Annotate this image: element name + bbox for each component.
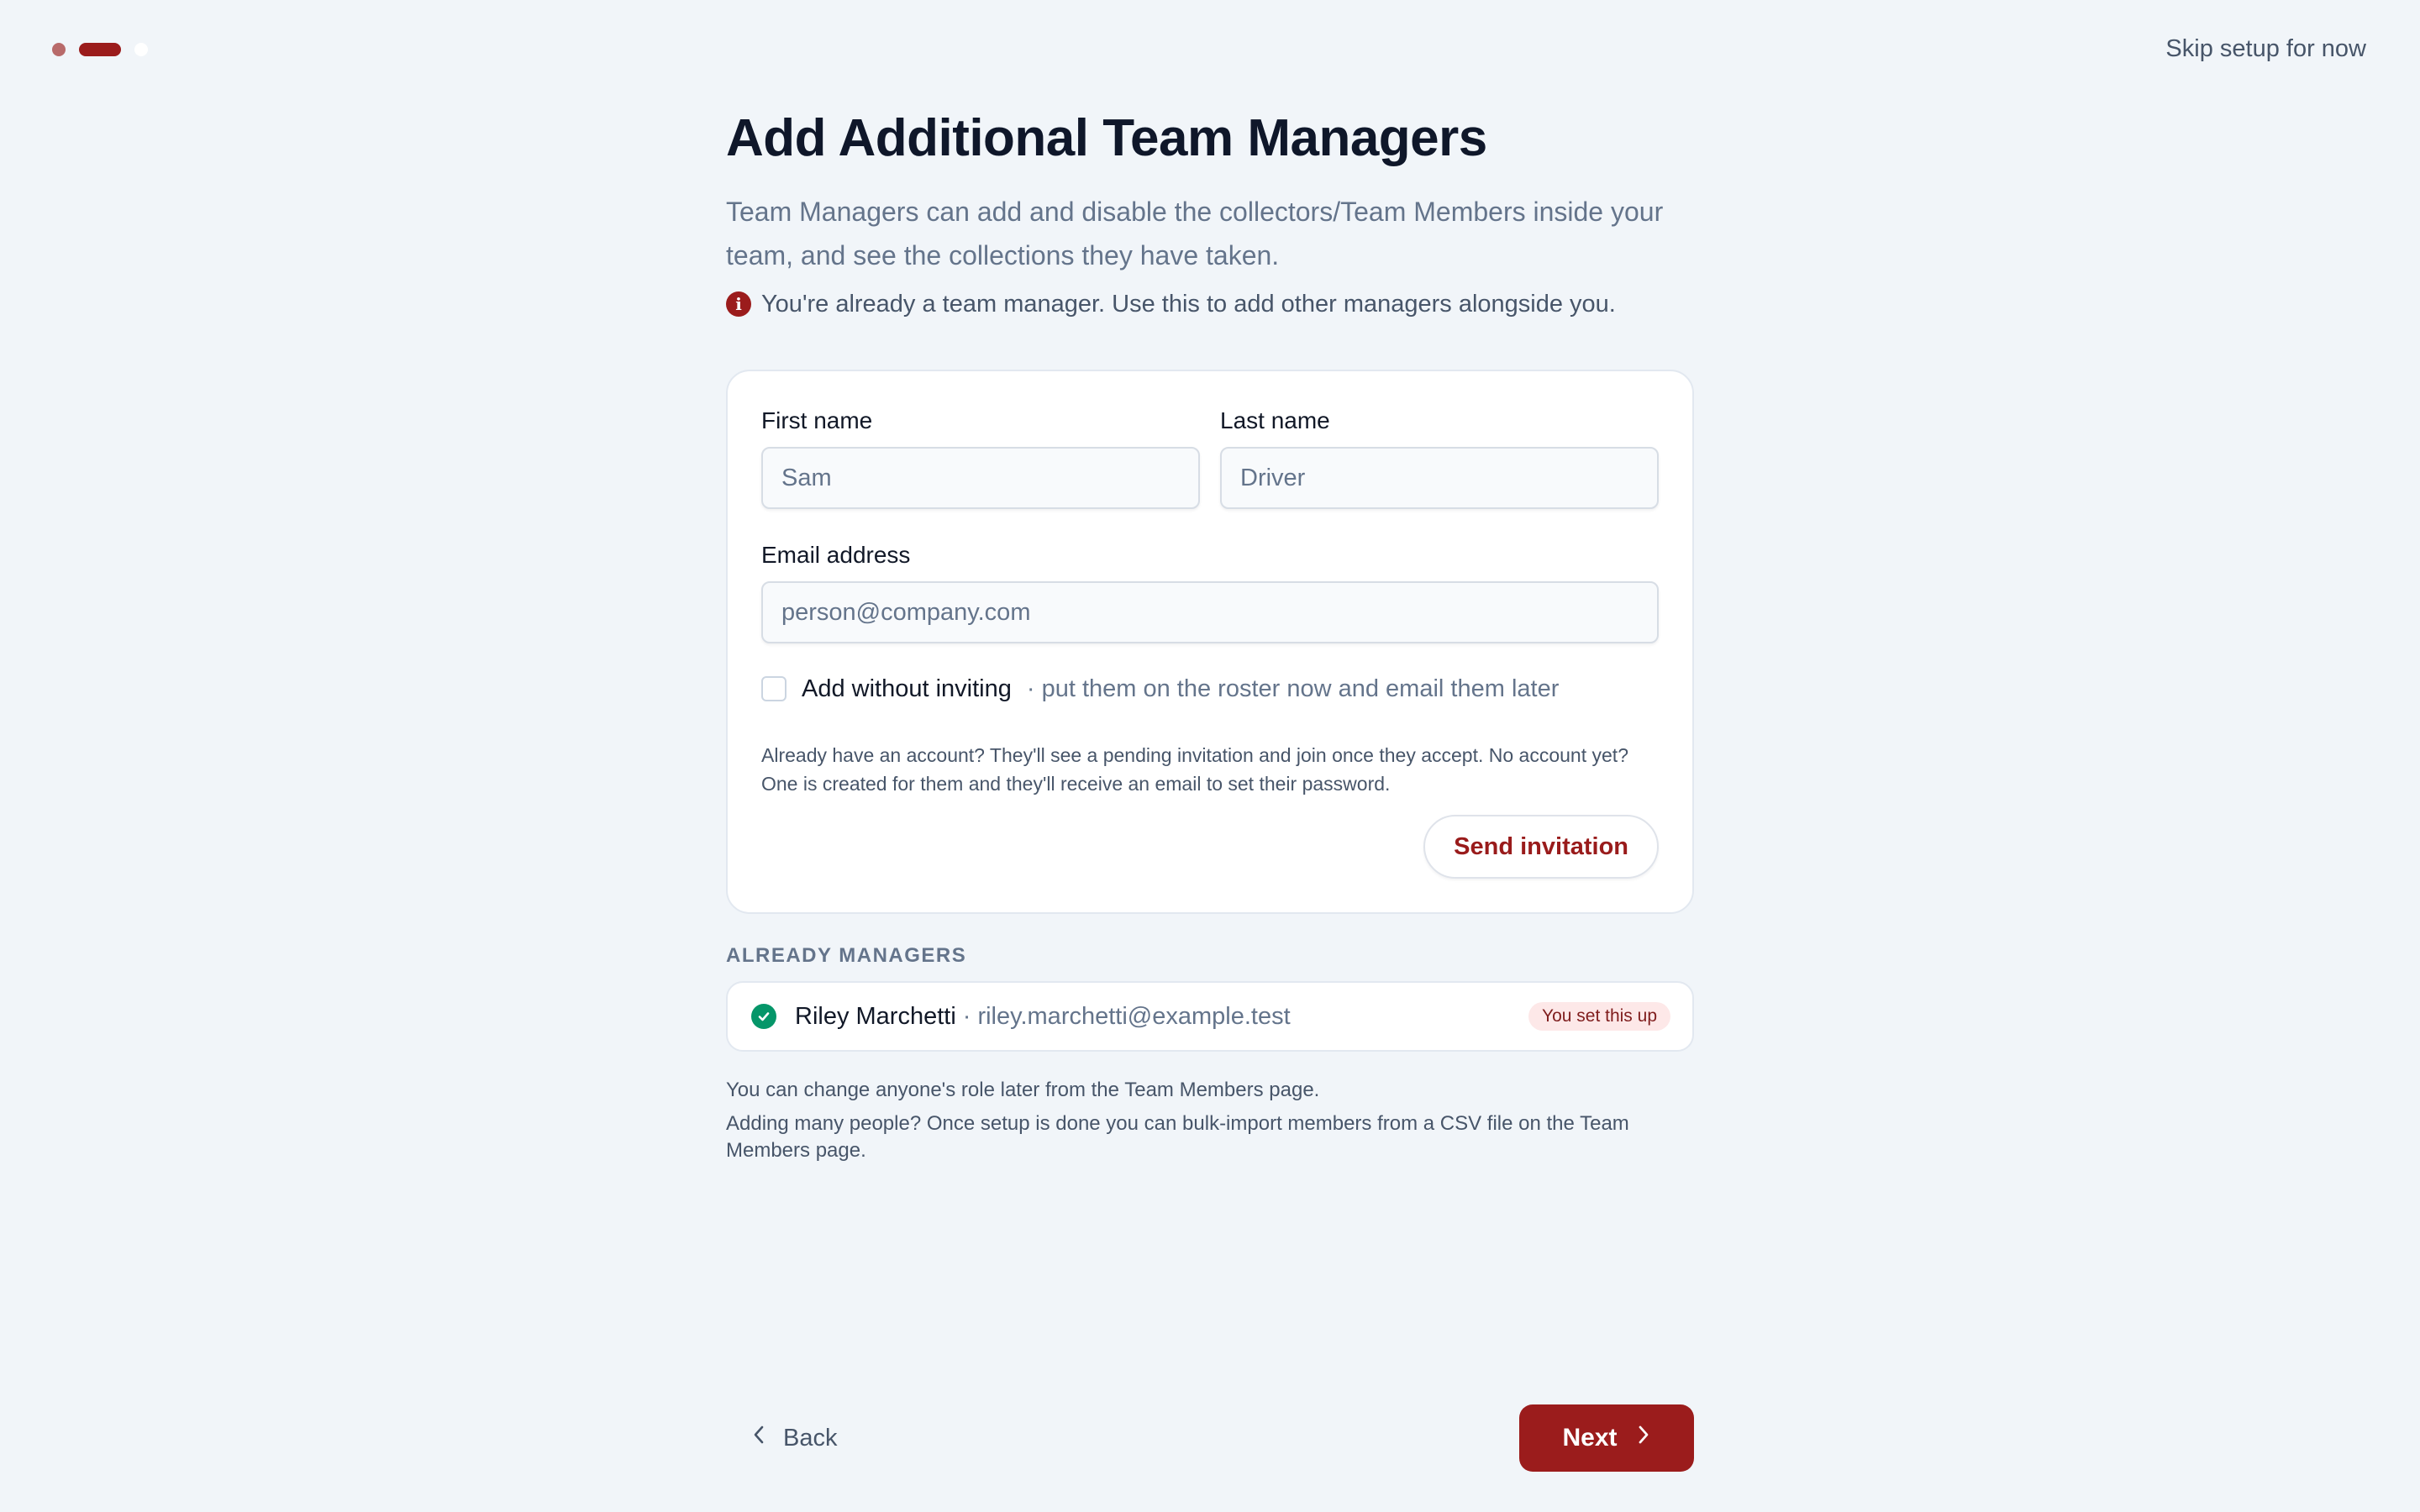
add-manager-form: First name Last name Email address Add w… bbox=[726, 370, 1694, 914]
main-content: Add Additional Team Managers Team Manage… bbox=[726, 101, 1694, 1171]
next-label: Next bbox=[1562, 1424, 1618, 1452]
info-icon: i bbox=[726, 291, 751, 317]
info-note-text: You're already a team manager. Use this … bbox=[761, 290, 1616, 318]
last-name-field: Last name bbox=[1220, 405, 1659, 509]
add-without-inviting-checkbox[interactable] bbox=[761, 676, 786, 701]
step-3-pending bbox=[134, 43, 148, 56]
add-without-inviting-hint: · put them on the roster now and email t… bbox=[1026, 675, 1560, 702]
add-without-inviting-label[interactable]: Add without inviting bbox=[802, 675, 1012, 703]
back-label: Back bbox=[783, 1424, 838, 1452]
first-name-input[interactable] bbox=[761, 447, 1200, 509]
role-change-note: You can change anyone's role later from … bbox=[726, 1079, 1320, 1101]
skip-setup-link[interactable]: Skip setup for now bbox=[2165, 35, 2366, 63]
list-item: Riley Marchetti · riley.marchetti@exampl… bbox=[726, 981, 1694, 1052]
name-fields-row: First name Last name bbox=[761, 405, 1659, 509]
info-note: i You're already a team manager. Use thi… bbox=[726, 287, 1694, 321]
chevron-left-icon bbox=[751, 1424, 766, 1452]
email-label: Email address bbox=[761, 542, 911, 568]
manager-separator: · bbox=[962, 1002, 971, 1030]
step-indicator bbox=[52, 43, 148, 56]
first-name-field: First name bbox=[761, 405, 1200, 509]
last-name-label: Last name bbox=[1220, 407, 1330, 433]
manager-name: Riley Marchetti bbox=[795, 1002, 956, 1030]
manager-email: riley.marchetti@example.test bbox=[977, 1002, 1291, 1030]
already-managers-heading: ALREADY MANAGERS bbox=[726, 944, 967, 967]
last-name-input[interactable] bbox=[1220, 447, 1659, 509]
next-button[interactable]: Next bbox=[1519, 1404, 1694, 1472]
check-circle-icon bbox=[751, 1004, 776, 1029]
bulk-import-note: Adding many people? Once setup is done y… bbox=[726, 1112, 1629, 1162]
back-button[interactable]: Back bbox=[751, 1418, 837, 1458]
email-field: Email address bbox=[761, 539, 1659, 643]
footer-notes: You can change anyone's role later from … bbox=[726, 1077, 1694, 1164]
you-set-this-up-badge: You set this up bbox=[1528, 1002, 1670, 1031]
send-invitation-button[interactable]: Send invitation bbox=[1423, 815, 1659, 879]
chevron-right-icon bbox=[1636, 1424, 1651, 1452]
email-input[interactable] bbox=[761, 581, 1659, 643]
page-title: Add Additional Team Managers bbox=[726, 109, 1487, 167]
invitation-help-text: Already have an account? They'll see a p… bbox=[761, 744, 1628, 795]
add-without-inviting-row: Add without inviting · put them on the r… bbox=[761, 672, 1659, 706]
page-description: Team Managers can add and disable the co… bbox=[726, 197, 1664, 270]
first-name-label: First name bbox=[761, 407, 873, 433]
step-1-complete bbox=[52, 43, 66, 56]
step-2-current bbox=[79, 43, 121, 56]
